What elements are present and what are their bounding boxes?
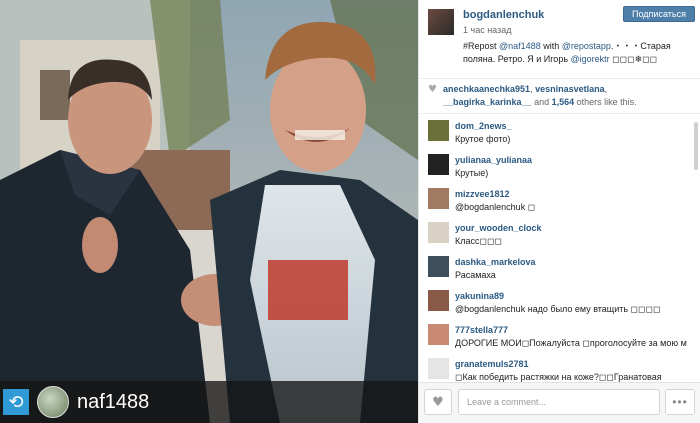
more-options-button[interactable]: ••• — [665, 389, 695, 415]
caption-mention-repostapp[interactable]: @repostapp — [562, 41, 611, 51]
heart-icon: ♥ — [428, 84, 437, 95]
follow-button[interactable]: Подписаться — [623, 6, 695, 22]
comment-item: yakunina89 @bogdanlenchuk надо было ему в… — [419, 286, 689, 320]
repost-avatar[interactable] — [37, 386, 69, 418]
comment-avatar[interactable] — [428, 290, 449, 311]
repost-username[interactable]: naf1488 — [77, 391, 149, 414]
comment-username[interactable]: dom_2news_ — [455, 121, 512, 131]
like-button[interactable]: ♥ — [424, 389, 452, 415]
likes-section: ♥ anechkaanechka951, vesninasvetlana, __b… — [419, 79, 700, 114]
comment-text: ДОРОГИЕ МОИ◻Пожалуйста ◻проголосуйте за … — [455, 338, 687, 348]
post-time: 1 час назад — [463, 25, 512, 35]
comment-text: Крутое фото) — [455, 134, 511, 144]
comment-item: dashka_markelova Расамаха — [419, 252, 689, 286]
like-user[interactable]: vesninasvetlana — [535, 84, 605, 94]
comment-avatar[interactable] — [428, 188, 449, 209]
comment-username[interactable]: dashka_markelova — [455, 257, 536, 267]
repost-bar: ⟲ naf1488 — [0, 381, 418, 423]
comment-text: Расамаха — [455, 270, 496, 280]
comment-avatar[interactable] — [428, 358, 449, 379]
caption-with: with — [540, 41, 562, 51]
comment-username[interactable]: yakunina89 — [455, 291, 504, 301]
likes-suffix: others like this. — [574, 97, 637, 107]
repost-icon: ⟲ — [3, 389, 29, 415]
caption-mention-igorektr[interactable]: @igorektr — [571, 54, 610, 64]
comment-username[interactable]: granatemuls2781 — [455, 359, 529, 369]
comment-item: granatemuls2781 ◻Как победить растяжки на… — [419, 354, 689, 382]
photo-illustration — [0, 0, 418, 423]
likes-text: anechkaanechka951, vesninasvetlana, __bag… — [443, 83, 695, 109]
comment-input[interactable]: Leave a comment... — [458, 389, 660, 415]
caption-prefix: #Repost — [463, 41, 500, 51]
comment-item: yulianaa_yulianaa Крутые) — [419, 150, 689, 184]
comment-avatar[interactable] — [428, 154, 449, 175]
caption-mention-naf1488[interactable]: @naf1488 — [499, 41, 541, 51]
like-user[interactable]: __bagirka_karinka__ — [443, 97, 532, 107]
comment-avatar[interactable] — [428, 256, 449, 277]
comment-text: @bogdanlenchuk ◻ — [455, 202, 536, 212]
comment-username[interactable]: 777stella777 — [455, 325, 508, 335]
comment-avatar[interactable] — [428, 222, 449, 243]
caption-emoji: ◻◻◻❄◻◻ — [609, 54, 658, 64]
comment-text: @bogdanlenchuk надо было ему втащить ◻◻◻… — [455, 304, 661, 314]
comment-item: 777stella777 ДОРОГИЕ МОИ◻Пожалуйста ◻прог… — [419, 320, 689, 354]
comment-username[interactable]: yulianaa_yulianaa — [455, 155, 532, 165]
comment-username[interactable]: your_wooden_clock — [455, 223, 542, 233]
heart-icon: ♥ — [432, 394, 444, 410]
post-header: bogdanlenchuk 1 час назад Подписаться #R… — [419, 0, 700, 79]
comment-footer: ♥ Leave a comment... ••• — [419, 382, 700, 423]
likes-count[interactable]: 1,564 — [552, 97, 575, 107]
comment-text: Крутые) — [455, 168, 489, 178]
post-sidebar: bogdanlenchuk 1 час назад Подписаться #R… — [418, 0, 700, 423]
comment-avatar[interactable] — [428, 324, 449, 345]
comment-text: Класс◻◻◻ — [455, 236, 502, 246]
likes-separator: , — [604, 84, 608, 94]
post-caption: #Repost @naf1488 with @repostapp.・・・Стар… — [463, 40, 691, 66]
likes-and: and — [531, 97, 552, 107]
comment-username[interactable]: mizzvee1812 — [455, 189, 510, 199]
like-user[interactable]: anechkaanechka951 — [443, 84, 530, 94]
comment-item: dom_2news_ Крутое фото) — [419, 116, 689, 150]
comment-text: ◻Как победить растяжки на коже?◻◻Гранато… — [455, 372, 662, 382]
comment-item: mizzvee1812 @bogdanlenchuk ◻ — [419, 184, 689, 218]
comment-avatar[interactable] — [428, 120, 449, 141]
post-photo[interactable]: ⟲ naf1488 — [0, 0, 418, 423]
author-username[interactable]: bogdanlenchuk — [463, 9, 544, 21]
comments-list[interactable]: dom_2news_ Крутое фото) yulianaa_yulianaa К… — [419, 116, 689, 382]
comment-item: your_wooden_clock Класс◻◻◻ — [419, 218, 689, 252]
author-avatar[interactable] — [428, 9, 454, 35]
comments-scrollbar[interactable] — [694, 122, 698, 170]
